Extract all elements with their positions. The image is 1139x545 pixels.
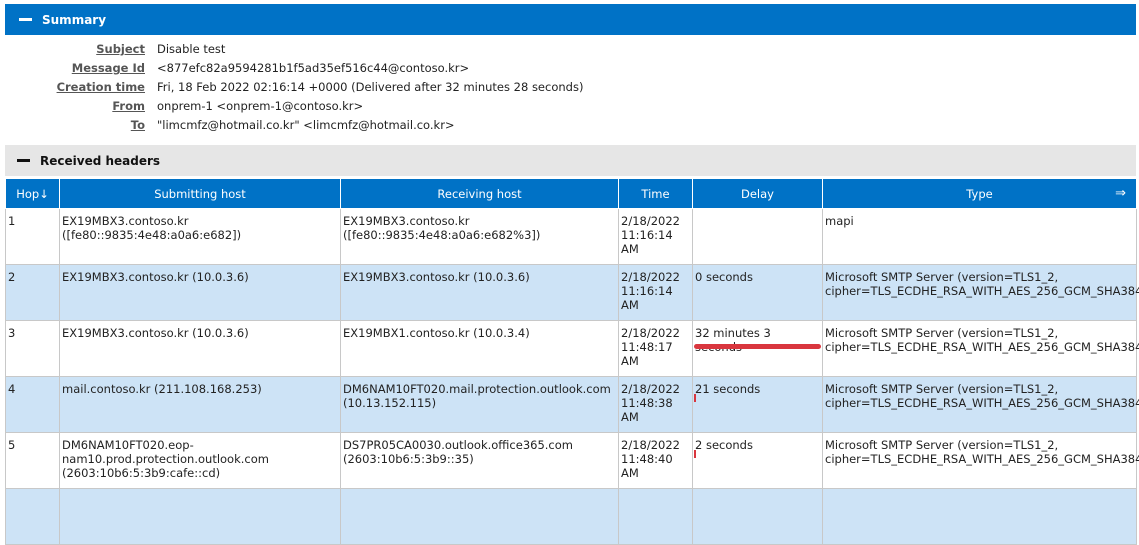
receiving-host-cell: EX19MBX3.contoso.kr ([fe80::9835:4e48:a0… [340, 208, 619, 265]
hop-cell: 2 [5, 264, 60, 321]
red-annotation-underline [694, 344, 821, 349]
column-header-submitting-host[interactable]: Submitting host [59, 178, 341, 209]
received-headers-table: Hop↓ Submitting host Receiving host Time… [5, 178, 1139, 545]
time-cell: 2/18/2022 11:48:38 AM [618, 376, 693, 433]
column-header-type[interactable]: Type ⇒ [822, 178, 1137, 209]
collapse-icon[interactable] [19, 18, 32, 21]
summary-fields: Subject Disable test Message Id <877efc8… [5, 40, 605, 135]
to-value: "limcmfz@hotmail.co.kr" <limcmfz@hotmail… [157, 118, 455, 132]
column-header-type-label: Type [966, 186, 993, 201]
column-header-time[interactable]: Time [618, 178, 693, 209]
table-row: 1 EX19MBX3.contoso.kr ([fe80::9835:4e48:… [5, 208, 1137, 265]
hop-cell: 4 [5, 376, 60, 433]
red-annotation-mark [694, 394, 696, 402]
empty-cell [822, 488, 1137, 545]
delay-cell: 2 seconds [692, 432, 823, 489]
to-label[interactable]: To [5, 116, 157, 135]
time-cell: 2/18/2022 11:16:14 AM [618, 208, 693, 265]
received-headers-title: Received headers [40, 153, 161, 168]
delay-value: 32 minutes 3 seconds [695, 326, 771, 354]
creation-time-label[interactable]: Creation time [5, 78, 157, 97]
receiving-host-cell: DM6NAM10FT020.mail.protection.outlook.co… [340, 376, 619, 433]
received-headers-section-header[interactable]: Received headers [5, 145, 1136, 176]
empty-cell [5, 488, 60, 545]
time-cell: 2/18/2022 11:48:17 AM [618, 320, 693, 377]
submitting-host-cell: DM6NAM10FT020.eop-nam10.prod.protection.… [59, 432, 341, 489]
delay-cell: 0 seconds [692, 264, 823, 321]
from-label[interactable]: From [5, 97, 157, 116]
subject-value: Disable test [157, 42, 226, 56]
column-header-delay[interactable]: Delay [692, 178, 823, 209]
receiving-host-cell: EX19MBX1.contoso.kr (10.0.3.4) [340, 320, 619, 377]
creation-time-value: Fri, 18 Feb 2022 02:16:14 +0000 (Deliver… [157, 80, 584, 94]
hop-cell: 3 [5, 320, 60, 377]
type-cell: mapi [822, 208, 1137, 265]
delay-value: 2 seconds [695, 438, 753, 452]
summary-section-header[interactable]: Summary [5, 4, 1136, 35]
subject-label[interactable]: Subject [5, 40, 157, 59]
type-cell: Microsoft SMTP Server (version=TLS1_2, c… [822, 432, 1139, 489]
expand-arrow-icon[interactable]: ⇒ [1115, 186, 1126, 201]
collapse-icon[interactable] [17, 159, 30, 162]
submitting-host-cell: mail.contoso.kr (211.108.168.253) [59, 376, 341, 433]
table-row: 5 DM6NAM10FT020.eop-nam10.prod.protectio… [5, 432, 1139, 489]
delay-cell [692, 208, 823, 265]
time-cell: 2/18/2022 11:16:14 AM [618, 264, 693, 321]
receiving-host-cell: DS7PR05CA0030.outlook.office365.com (260… [340, 432, 619, 489]
table-row: 3 EX19MBX3.contoso.kr (10.0.3.6) EX19MBX… [5, 320, 1139, 377]
red-annotation-mark [694, 450, 696, 458]
from-value: onprem-1 <onprem-1@contoso.kr> [157, 99, 364, 113]
time-cell: 2/18/2022 11:48:40 AM [618, 432, 693, 489]
table-row: 2 EX19MBX3.contoso.kr (10.0.3.6) EX19MBX… [5, 264, 1139, 321]
empty-cell [618, 488, 693, 545]
receiving-host-cell: EX19MBX3.contoso.kr (10.0.3.6) [340, 264, 619, 321]
delay-cell: 21 seconds [692, 376, 823, 433]
empty-cell [340, 488, 619, 545]
table-row: 4 mail.contoso.kr (211.108.168.253) DM6N… [5, 376, 1139, 433]
type-cell: Microsoft SMTP Server (version=TLS1_2, c… [822, 320, 1139, 377]
type-cell: Microsoft SMTP Server (version=TLS1_2, c… [822, 376, 1139, 433]
delay-cell-highlighted: 32 minutes 3 seconds [692, 320, 823, 377]
type-cell: Microsoft SMTP Server (version=TLS1_2, c… [822, 264, 1139, 321]
empty-cell [59, 488, 341, 545]
submitting-host-cell: EX19MBX3.contoso.kr ([fe80::9835:4e48:a0… [59, 208, 341, 265]
submitting-host-cell: EX19MBX3.contoso.kr (10.0.3.6) [59, 320, 341, 377]
column-header-hop[interactable]: Hop↓ [5, 178, 60, 209]
delay-value: 21 seconds [695, 382, 761, 396]
submitting-host-cell: EX19MBX3.contoso.kr (10.0.3.6) [59, 264, 341, 321]
table-row-partial [5, 488, 1137, 545]
message-id-label[interactable]: Message Id [5, 59, 157, 78]
message-id-value: <877efc82a9594281b1f5ad35ef516c44@contos… [157, 61, 470, 75]
hop-cell: 1 [5, 208, 60, 265]
summary-title: Summary [42, 12, 107, 27]
hop-cell: 5 [5, 432, 60, 489]
empty-cell [692, 488, 823, 545]
column-header-receiving-host[interactable]: Receiving host [340, 178, 619, 209]
